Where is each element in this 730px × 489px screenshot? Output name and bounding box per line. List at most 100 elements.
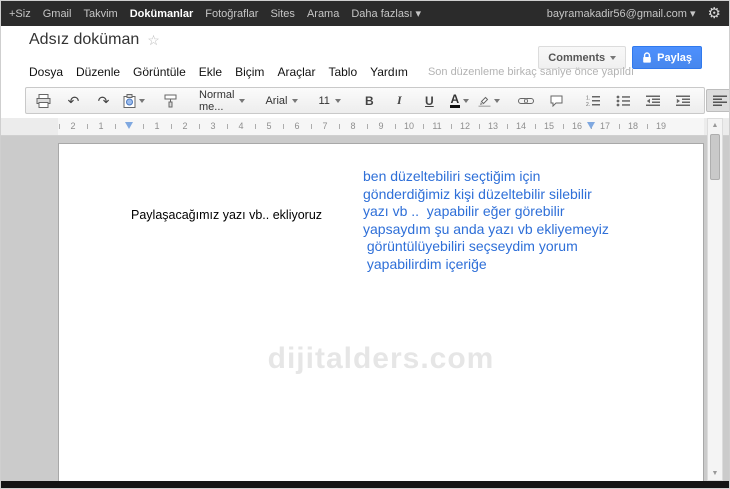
ruler-number: 2 [70, 121, 76, 131]
ruler[interactable]: 2 1 1 2 3 4 5 6 7 8 9 10 11 12 13 14 15 16 17 18 19 [1, 118, 729, 136]
bold-label: B [365, 93, 374, 108]
italic-label: I [397, 93, 402, 107]
google-bar-account: bayramakadir56@gmail.com ▾ ⚙ [547, 6, 721, 21]
font-size-dropdown[interactable]: 11 [312, 90, 346, 111]
bottom-edge-bar [1, 481, 729, 488]
web-clipboard-button[interactable] [119, 89, 148, 112]
ruler-number: 8 [350, 121, 356, 131]
menu-item[interactable]: Yardım [370, 65, 408, 79]
document-blue-text[interactable]: ben düzeltebiliri seçtiğim için gönderdi… [363, 168, 631, 273]
ruler-number: 1 [154, 121, 160, 131]
gbar-link[interactable]: Daha fazlası ▾ [351, 7, 421, 20]
svg-text:2.: 2. [586, 102, 590, 107]
watermark: dijitalders.com [267, 342, 495, 375]
paint-format-icon [164, 94, 177, 108]
bullet-list-button[interactable] [609, 89, 638, 112]
menu-item[interactable]: Biçim [235, 65, 264, 79]
gbar-link[interactable]: Fotoğraflar [205, 8, 258, 20]
account-email[interactable]: bayramakadir56@gmail.com ▾ [547, 7, 696, 20]
vertical-scrollbar[interactable]: ▲ ▼ [707, 118, 723, 481]
gbar-link[interactable]: Sites [270, 8, 294, 20]
menu-item[interactable]: Ekle [199, 65, 222, 79]
comment-bubble-icon [550, 95, 563, 107]
print-icon [36, 93, 51, 108]
font-dropdown[interactable]: Arial [259, 90, 304, 111]
font-size-value: 11 [318, 94, 330, 107]
bullet-list-icon [616, 95, 631, 107]
text-color-button[interactable]: A [445, 89, 474, 112]
indent-marker-right[interactable] [587, 122, 595, 129]
numbered-list-icon: 1. 2. [586, 95, 601, 107]
document-page[interactable]: Paylaşacağımız yazı vb.. ekliyoruz ben d… [58, 143, 704, 481]
insert-link-button[interactable] [512, 89, 541, 112]
scroll-up-icon[interactable]: ▲ [708, 119, 722, 132]
ruler-number: 3 [210, 121, 216, 131]
gbar-link[interactable]: +Siz [9, 8, 31, 20]
font-value: Arial [265, 94, 288, 107]
ruler-number: 10 [403, 121, 414, 131]
gbar-link[interactable]: Takvim [83, 8, 117, 20]
gbar-link[interactable]: Gmail [43, 8, 72, 20]
scroll-down-icon[interactable]: ▼ [708, 467, 722, 480]
redo-icon: ↷ [97, 92, 110, 109]
undo-icon: ↶ [67, 92, 80, 109]
menu-bar: Dosya Düzenle Görüntüle Ekle Biçim Araçlar Tab… [29, 65, 634, 79]
chevron-down-icon [494, 98, 501, 103]
ruler-number: 7 [322, 121, 328, 131]
italic-button[interactable]: I [385, 89, 414, 112]
underline-button[interactable]: U [415, 89, 444, 112]
gbar-link[interactable]: Arama [307, 8, 339, 20]
document-paragraph[interactable]: Paylaşacağımız yazı vb.. ekliyoruz [131, 208, 322, 222]
share-label: Paylaş [657, 51, 692, 64]
menu-item[interactable]: Düzenle [76, 65, 120, 79]
chevron-down-icon [463, 98, 470, 103]
page-title[interactable]: Adsız doküman [29, 31, 139, 49]
menu-item[interactable]: Araçlar [277, 65, 315, 79]
title-row: Adsız doküman ☆ [29, 31, 160, 49]
numbered-list-button[interactable]: 1. 2. [579, 89, 608, 112]
bold-button[interactable]: B [355, 89, 384, 112]
chevron-down-icon [138, 98, 145, 103]
ruler-number: 6 [294, 121, 300, 131]
indent-decrease-button[interactable] [639, 89, 668, 112]
text-color-icon: A [449, 91, 461, 108]
indent-marker-left[interactable] [125, 122, 133, 129]
ruler-number: 11 [432, 121, 442, 131]
gear-icon[interactable]: ⚙ [708, 6, 721, 21]
google-bar-links: +Siz Gmail Takvim Dokümanlar Fotoğraflar Si… [9, 7, 421, 21]
share-button[interactable]: Paylaş [632, 46, 702, 69]
chevron-down-icon [334, 98, 341, 103]
indent-increase-button[interactable] [669, 89, 698, 112]
chevron-down-icon [239, 98, 246, 103]
print-button[interactable] [29, 89, 58, 112]
redo-button[interactable]: ↷ [89, 89, 118, 112]
ruler-number: 18 [627, 121, 638, 131]
align-left-button[interactable] [705, 89, 729, 112]
ruler-number: 14 [515, 121, 526, 131]
highlight-color-button[interactable] [475, 89, 504, 112]
ruler-number: 19 [655, 121, 666, 131]
menu-item[interactable]: Dosya [29, 65, 63, 79]
ruler-number: 1 [98, 121, 104, 131]
ruler-number: 4 [238, 121, 244, 131]
ruler-number: 12 [459, 121, 470, 131]
google-docs-window: +Siz Gmail Takvim Dokümanlar Fotoğraflar Si… [0, 0, 730, 489]
google-top-bar: +Siz Gmail Takvim Dokümanlar Fotoğraflar Si… [1, 1, 729, 26]
highlight-marker-icon [478, 94, 491, 107]
svg-text:1.: 1. [586, 95, 590, 101]
toolbar: ↶ ↷ Normal me... Arial 11 B I U A 1. 2. [25, 87, 729, 114]
ruler-number: 9 [378, 121, 384, 131]
gbar-link-dokumanlar[interactable]: Dokümanlar [130, 8, 194, 20]
paint-format-button[interactable] [156, 89, 185, 112]
menu-item[interactable]: Görüntüle [133, 65, 186, 79]
lock-icon [642, 51, 652, 64]
insert-comment-button[interactable] [542, 89, 571, 112]
scrollbar-thumb[interactable] [710, 134, 720, 180]
undo-button[interactable]: ↶ [59, 89, 88, 112]
star-icon[interactable]: ☆ [147, 32, 160, 49]
indent-increase-icon [675, 95, 691, 107]
chevron-down-icon [292, 98, 299, 103]
menu-item[interactable]: Tablo [328, 65, 357, 79]
align-left-icon [713, 95, 728, 107]
styles-dropdown[interactable]: Normal me... [193, 89, 251, 113]
